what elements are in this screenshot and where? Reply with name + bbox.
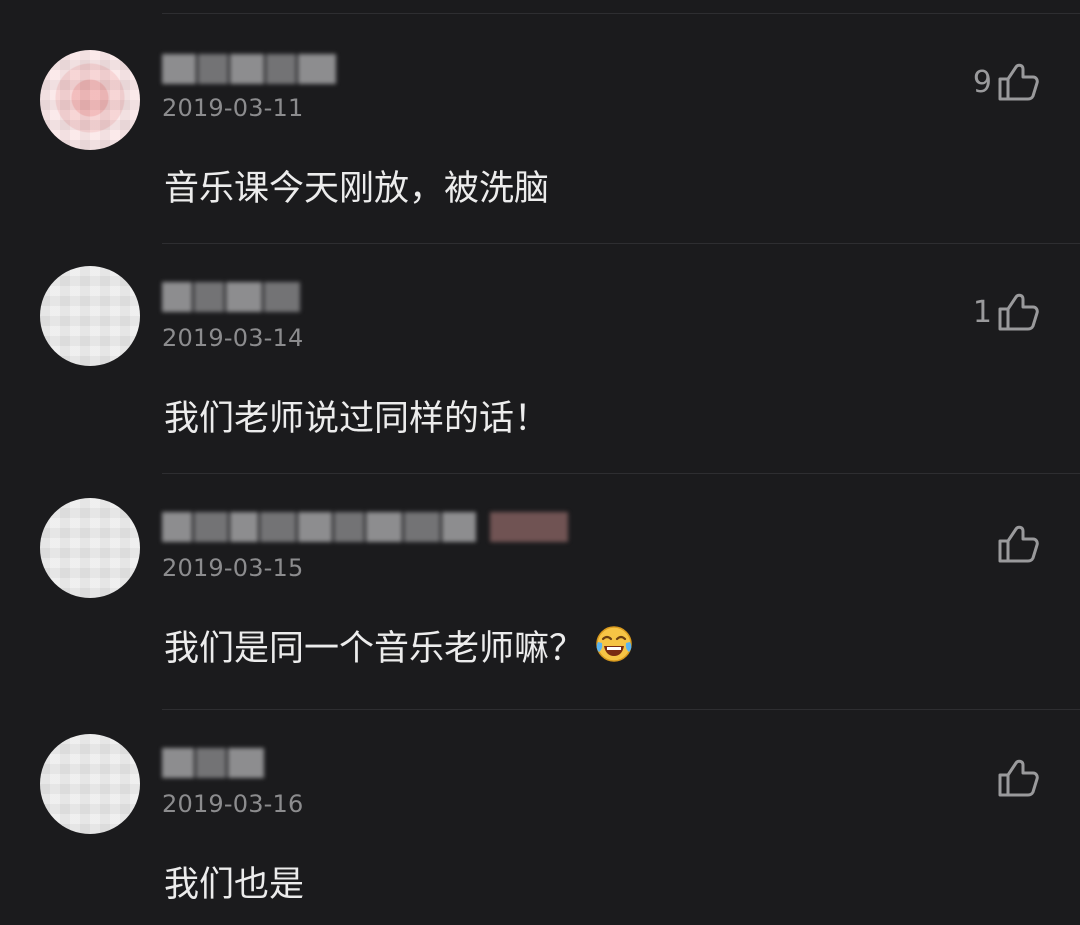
comment-item: 2019-03-11 音乐课今天刚放，被洗脑 9: [0, 14, 1080, 244]
username-blurred[interactable]: [162, 512, 568, 542]
comment-text-content: 我们是同一个音乐老师嘛？: [164, 629, 585, 669]
avatar[interactable]: [40, 734, 140, 834]
username-blurred[interactable]: [162, 54, 336, 84]
comment-date: 2019-03-11: [162, 94, 304, 122]
thumbs-up-icon: [998, 63, 1039, 101]
comment-item: 2019-03-15 我们是同一个音乐老师嘛？: [0, 474, 1080, 710]
avatar[interactable]: [40, 50, 140, 150]
comment-item: 2019-03-16 我们也是: [0, 710, 1080, 925]
thumbs-up-icon: [998, 525, 1039, 563]
comment-date: 2019-03-14: [162, 324, 304, 352]
thumbs-up-icon: [998, 759, 1039, 797]
like-button[interactable]: [992, 756, 1040, 800]
comment-text: 我们也是: [164, 865, 305, 905]
avatar[interactable]: [40, 266, 140, 366]
comment-item: 2019-03-14 我们老师说过同样的话！ 1: [0, 244, 1080, 474]
like-count: 9: [972, 64, 992, 100]
avatar[interactable]: [40, 498, 140, 598]
thumbs-up-icon: [998, 293, 1039, 331]
comment-text: 音乐课今天刚放，被洗脑: [164, 169, 550, 209]
comment-text: 我们是同一个音乐老师嘛？: [164, 620, 634, 671]
like-count: 1: [972, 294, 992, 330]
username-blurred[interactable]: [162, 748, 264, 778]
like-button[interactable]: [992, 522, 1040, 566]
like-button[interactable]: 9: [973, 60, 1040, 104]
tears-of-joy-emoji: [596, 626, 632, 662]
comment-date: 2019-03-15: [162, 554, 304, 582]
comment-date: 2019-03-16: [162, 790, 304, 818]
comment-text: 我们老师说过同样的话！: [164, 399, 550, 439]
username-blurred[interactable]: [162, 282, 300, 312]
like-button[interactable]: 1: [973, 290, 1040, 334]
